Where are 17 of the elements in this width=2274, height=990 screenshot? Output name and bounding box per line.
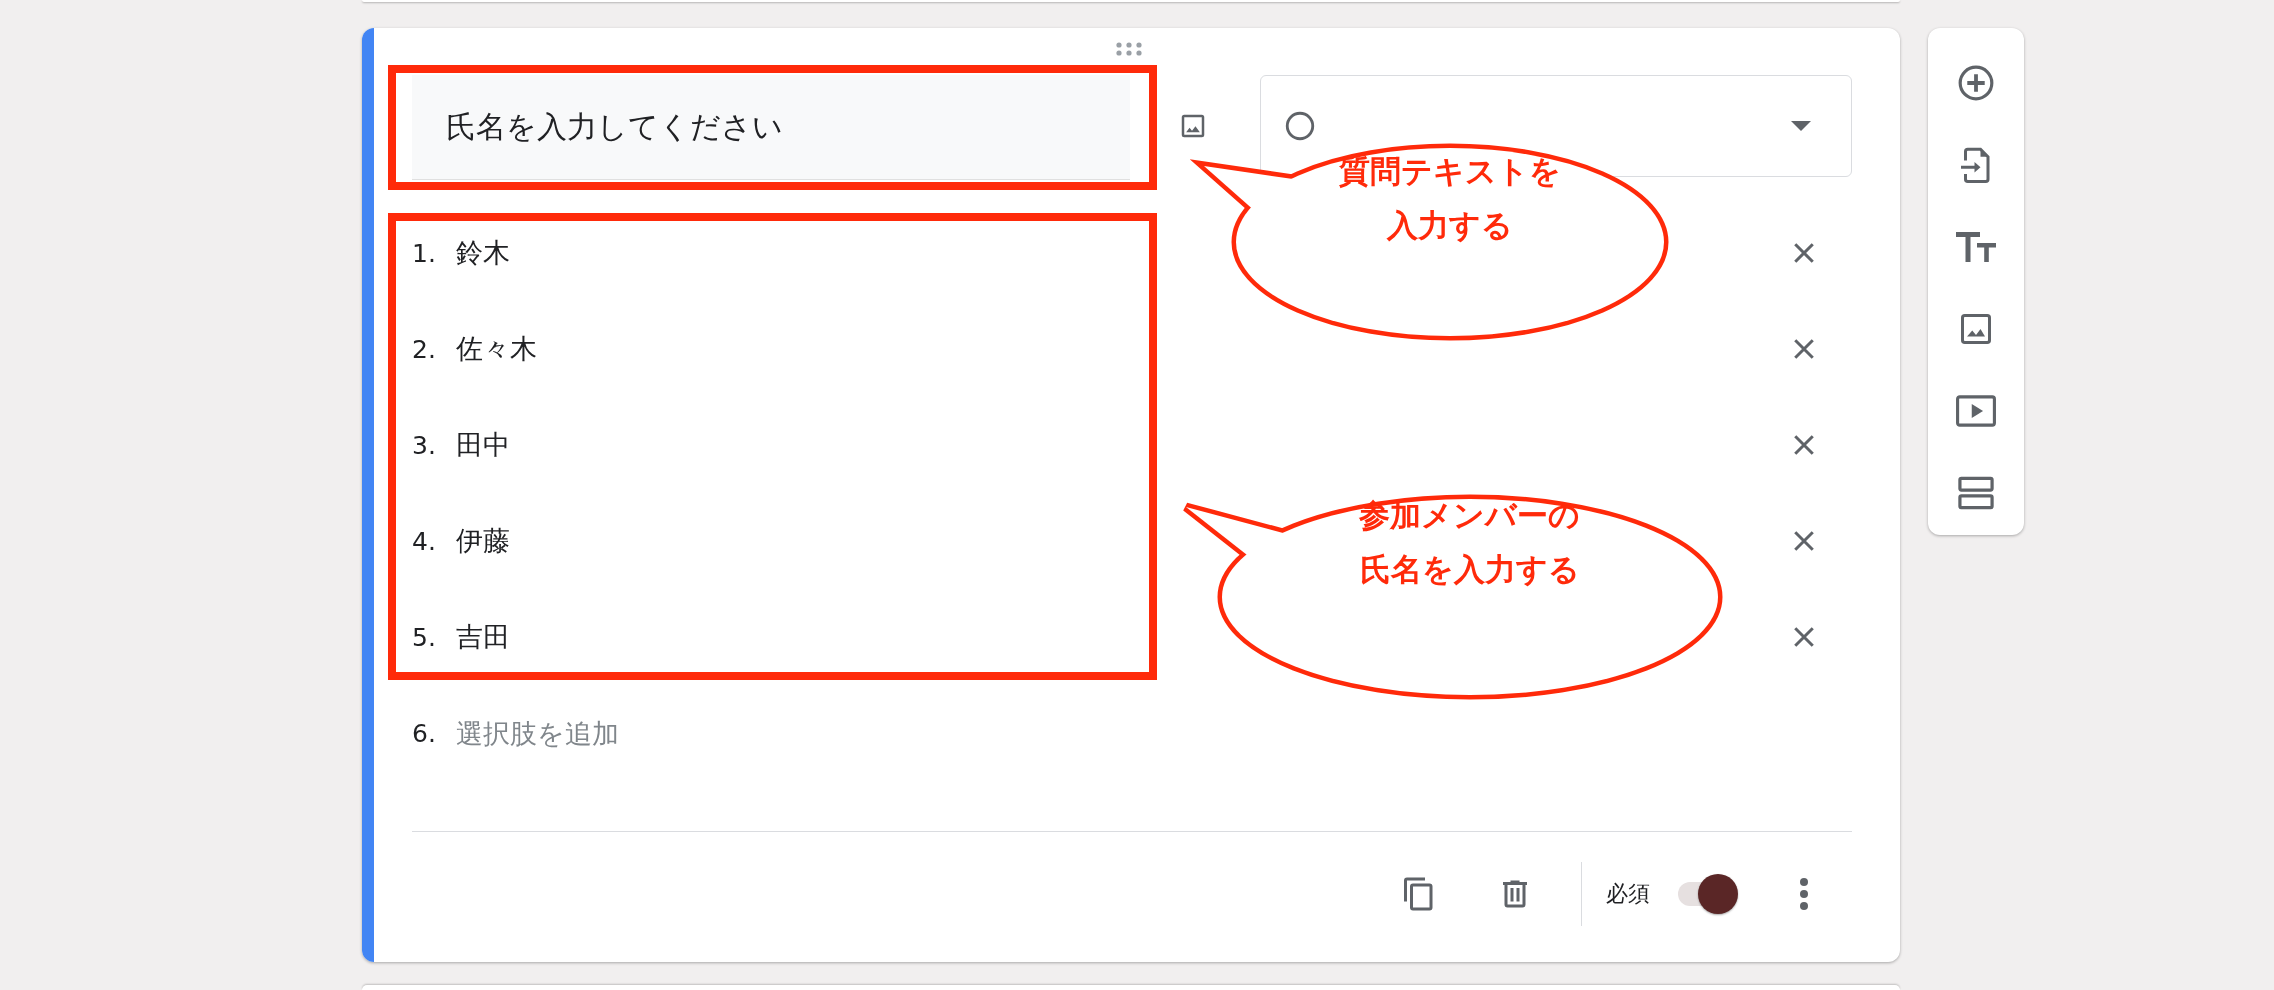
add-option-field[interactable]: 選択肢を追加 — [456, 713, 1056, 753]
option-number: 4. — [412, 526, 437, 556]
option-field[interactable]: 吉田 — [456, 617, 1056, 657]
question-field[interactable]: 氏名を入力してください — [412, 75, 1130, 180]
option-field[interactable]: 伊藤 — [456, 521, 1056, 561]
required-label: 必須 — [1606, 880, 1650, 908]
option-number: 2. — [412, 334, 437, 364]
option-field[interactable]: 田中 — [456, 425, 1056, 465]
option-number: 5. — [412, 622, 437, 652]
option-field[interactable]: 鈴木 — [456, 233, 1056, 273]
option-field[interactable]: 佐々木 — [456, 329, 1056, 369]
caret-icon — [1791, 121, 1811, 131]
option-number: 3. — [412, 430, 437, 460]
radio-icon — [1283, 109, 1317, 143]
drag-handle-icon[interactable] — [1116, 42, 1142, 56]
option-number: 6. — [412, 718, 437, 748]
option-number: 1. — [412, 238, 437, 268]
